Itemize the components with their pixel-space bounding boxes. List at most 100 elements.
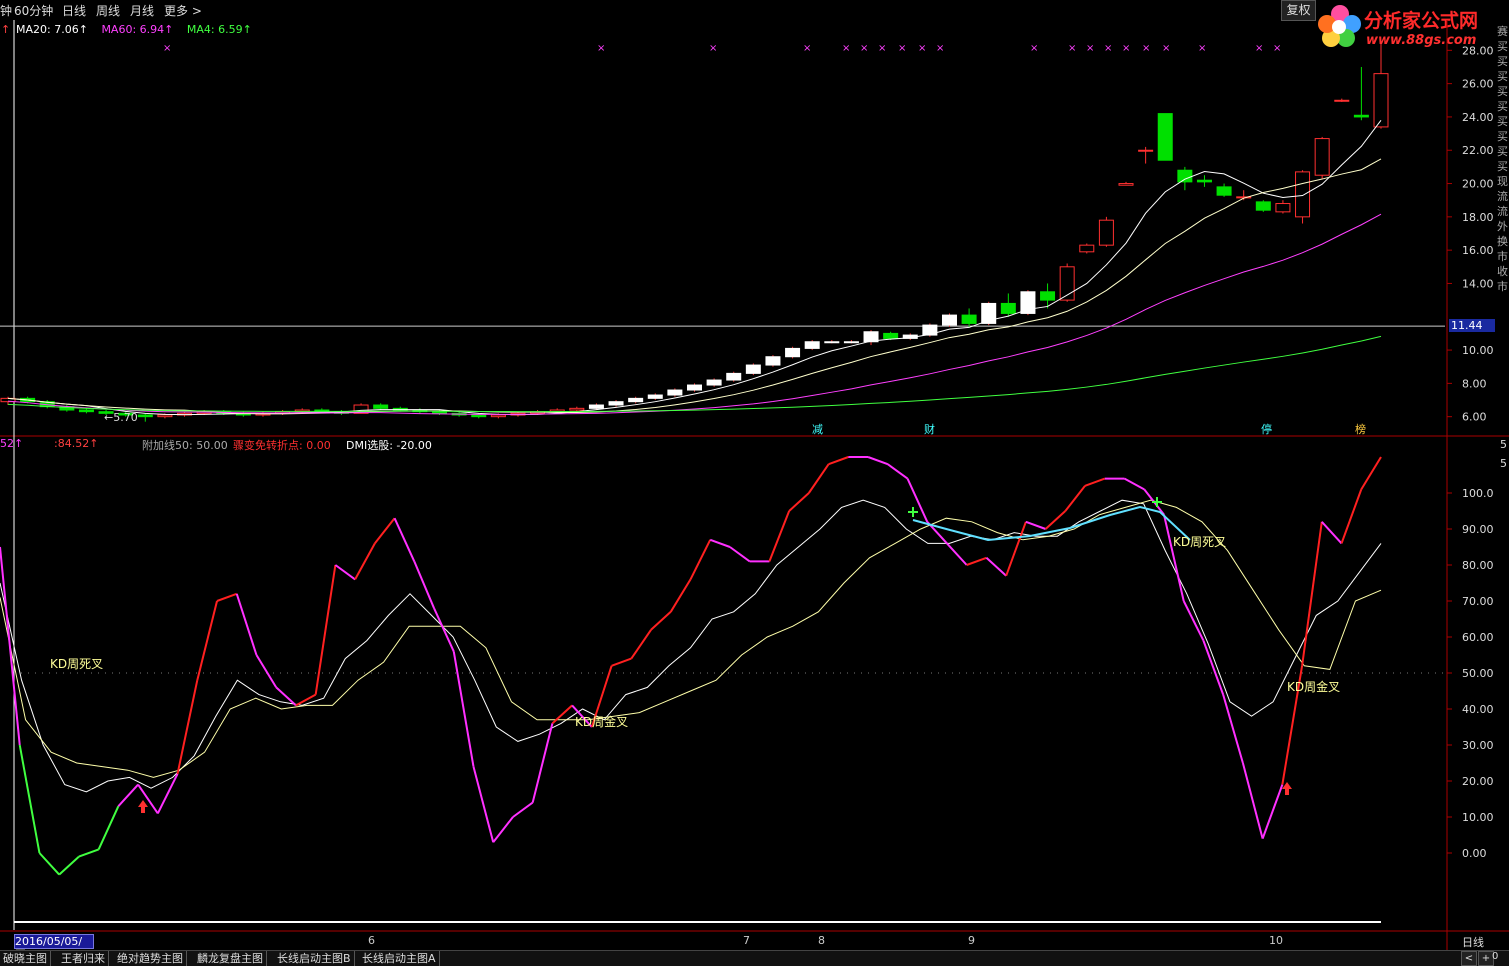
price-axis-label: 24.00 <box>1462 111 1494 124</box>
indicator-k-value: 52↑ <box>0 437 24 450</box>
ind-axis-label: 100.0 <box>1462 487 1494 500</box>
tab-changxian-b[interactable]: 长线启动主图B <box>274 951 355 966</box>
tab-wangzhe[interactable]: 王者归来 <box>58 951 109 966</box>
signal-x-marker: × <box>898 43 906 54</box>
candle-body[interactable] <box>1177 169 1193 183</box>
candle-body[interactable] <box>1138 149 1154 152</box>
candle-body[interactable] <box>1275 203 1291 213</box>
candle-body[interactable] <box>1079 244 1095 253</box>
kd-k-segment <box>314 564 337 695</box>
kd-k-segment <box>1241 762 1264 839</box>
candle-body[interactable] <box>1373 73 1389 128</box>
candle-body[interactable] <box>137 414 153 418</box>
ind-axis-label: 50.00 <box>1462 667 1494 680</box>
cursor-date: 2016/05/05/四 <box>14 934 94 961</box>
ind-axis-label: 30.00 <box>1462 739 1494 752</box>
x-tick-september: 9 <box>968 934 975 947</box>
candle-body[interactable] <box>745 364 761 374</box>
price-axis-label: 6.00 <box>1462 411 1487 424</box>
candle-body[interactable] <box>1353 114 1369 118</box>
candle-body[interactable] <box>78 409 94 413</box>
signal-x-marker: × <box>709 43 717 54</box>
chart-canvas[interactable]: 28.00 26.00 24.00 22.00 20.00 18.00 16.00 14.00… <box>0 0 1509 950</box>
indicator-turning-point-value: 骤变免转折点: 0.00 <box>233 439 331 452</box>
candle-body[interactable] <box>843 341 859 344</box>
candle-body[interactable] <box>726 372 742 381</box>
candle-body[interactable] <box>1098 219 1114 246</box>
candle-body[interactable] <box>667 389 683 396</box>
candle-body[interactable] <box>883 332 899 339</box>
kd-golden-cross-label: KD周金叉 <box>575 715 629 729</box>
ind-axis-label: 10.00 <box>1462 811 1494 824</box>
candle-body[interactable] <box>588 404 604 409</box>
candle-body[interactable] <box>1255 201 1271 211</box>
candle-body[interactable] <box>157 414 173 418</box>
candle-body[interactable] <box>1000 302 1016 314</box>
buy-arrow-icon <box>138 800 148 813</box>
candle-body[interactable] <box>706 379 722 386</box>
kd-k-segment <box>235 593 258 656</box>
candle-body[interactable] <box>804 341 820 349</box>
candle-body[interactable] <box>961 314 977 324</box>
tab-juedui[interactable]: 绝对趋势主图 <box>114 951 187 966</box>
kd-k-segment <box>18 744 41 854</box>
signal-x-marker: × <box>1104 43 1112 54</box>
candle-body[interactable] <box>1314 138 1330 176</box>
kd-k-segment <box>393 517 416 562</box>
event-flag-cai[interactable]: 财 <box>924 421 935 437</box>
kd-dead-cross-label: KD周死叉 <box>1173 535 1227 549</box>
kd-k-segment <box>334 564 356 581</box>
ma10-line <box>7 158 1382 415</box>
kd-k-segment <box>1182 600 1205 642</box>
candle-body[interactable] <box>687 384 702 391</box>
candle-body[interactable] <box>1020 291 1036 314</box>
tab-changxian-a[interactable]: 长线启动主图A <box>359 951 440 966</box>
candle-body[interactable] <box>785 347 801 358</box>
ma5-line <box>7 119 1382 416</box>
scroll-left-button[interactable]: < <box>1461 951 1477 966</box>
event-flag-bang[interactable]: 榜 <box>1355 421 1366 437</box>
price-axis-label: 16.00 <box>1462 244 1494 257</box>
candle-body[interactable] <box>608 401 624 406</box>
price-axis-label: 26.00 <box>1462 78 1494 91</box>
ind-axis-label: 90.00 <box>1462 523 1494 536</box>
kd-k-segment <box>729 546 751 563</box>
kd-k-segment <box>196 600 218 681</box>
tab-linlong[interactable]: 麟龙复盘主图 <box>194 951 267 966</box>
period-indicator[interactable]: 日线 <box>1462 934 1484 950</box>
kd-k-segment <box>985 557 1007 577</box>
candle-body[interactable] <box>1216 186 1232 196</box>
candle-body[interactable] <box>1334 99 1350 102</box>
candle-body[interactable] <box>1295 171 1311 218</box>
candle-body[interactable] <box>628 397 644 403</box>
candle-body[interactable] <box>490 414 506 418</box>
tab-poxiao[interactable]: 破晓主图 <box>0 951 51 966</box>
signal-x-marker: × <box>1198 43 1206 54</box>
candle-body[interactable] <box>1040 291 1056 301</box>
price-axis-label: 20.00 <box>1462 178 1494 191</box>
candle-body[interactable] <box>1118 183 1134 186</box>
ind-axis-top-2: 5 <box>1500 457 1507 470</box>
kd-k-segment <box>689 539 712 580</box>
cross-marker-icon <box>908 507 918 517</box>
event-flag-jian[interactable]: 减 <box>812 421 823 437</box>
candle-body[interactable] <box>941 314 957 326</box>
x-tick-october: 10 <box>1269 934 1283 947</box>
candle-body[interactable] <box>471 414 487 418</box>
signal-x-marker: × <box>1086 43 1094 54</box>
zoom-level: 0 <box>1492 951 1499 962</box>
candle-body[interactable] <box>647 394 663 399</box>
event-flag-ting[interactable]: 停 <box>1261 421 1272 437</box>
signal-x-marker: × <box>1068 43 1076 54</box>
candle-body[interactable] <box>569 407 585 411</box>
kd-k-segment <box>492 816 514 843</box>
candle-body[interactable] <box>432 411 448 414</box>
candle-body[interactable] <box>373 404 389 409</box>
candle-body[interactable] <box>1157 113 1173 161</box>
kd-k-segment <box>117 783 139 807</box>
kd-golden-cross-label: KD周金叉 <box>1287 680 1341 694</box>
candle-body[interactable] <box>1196 179 1212 183</box>
candle-body[interactable] <box>765 356 781 366</box>
candle-body[interactable] <box>824 341 840 344</box>
kd-k-segment <box>1261 784 1284 839</box>
